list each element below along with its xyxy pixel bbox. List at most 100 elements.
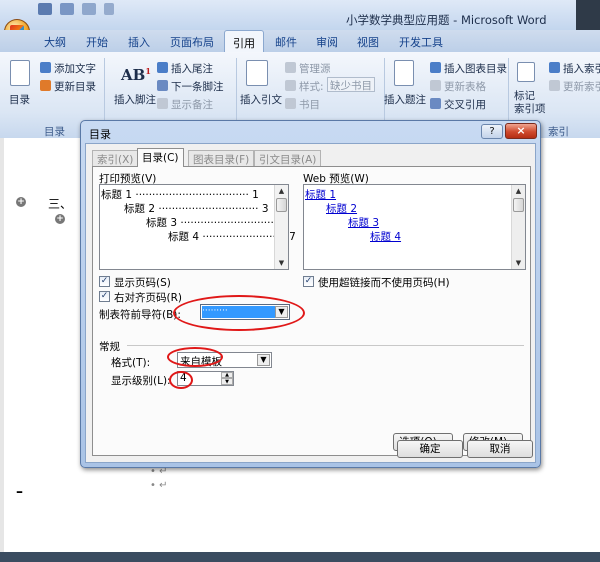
help-button[interactable]: ? xyxy=(481,124,503,139)
annotation-circle xyxy=(167,347,223,367)
add-text-icon xyxy=(40,62,51,73)
citation-icon xyxy=(246,60,268,86)
tab-view[interactable]: 视图 xyxy=(357,34,379,50)
show-page-numbers-checkbox[interactable]: ✓ xyxy=(99,276,110,287)
cancel-button[interactable]: 取消 xyxy=(467,440,533,458)
update-index-button[interactable]: 更新索引 xyxy=(563,79,600,94)
insert-endnote-button[interactable]: 插入尾注 xyxy=(171,61,213,76)
expand-icon[interactable]: + xyxy=(55,214,65,224)
annotation-circle xyxy=(173,295,305,331)
tab-mailings[interactable]: 邮件 xyxy=(275,34,297,50)
group-label-toc: 目录 xyxy=(44,126,65,138)
update-table-button[interactable]: 更新表格 xyxy=(444,79,486,94)
style-label: 样式: xyxy=(299,81,324,93)
toc-dialog: 目录 ? × 索引(X) 目录(C) 图表目录(F) 引文目录(A) 打印预览(… xyxy=(80,120,541,468)
web-preview-link[interactable]: 标题 4 xyxy=(370,229,401,244)
tab-insert[interactable]: 插入 xyxy=(128,34,150,50)
ribbon-separator xyxy=(236,58,237,128)
insert-caption-button[interactable]: 插入题注 xyxy=(384,92,426,107)
update-toc-icon xyxy=(40,80,51,91)
insert-table-of-figures-button[interactable]: 插入图表目录 xyxy=(444,61,507,76)
annotation-circle xyxy=(169,371,193,389)
document-margin xyxy=(0,138,4,552)
style-select[interactable]: 缺少书目 xyxy=(327,77,375,92)
window-title-bar: 小学数学典型应用题 - Microsoft Word xyxy=(0,0,600,30)
insert-index-icon xyxy=(549,62,560,73)
scroll-up-icon[interactable]: ▲ xyxy=(275,185,288,197)
right-align-checkbox[interactable]: ✓ xyxy=(99,291,110,302)
ok-button[interactable]: 确定 xyxy=(397,440,463,458)
redo-icon[interactable] xyxy=(82,3,96,15)
web-preview-link[interactable]: 标题 3 xyxy=(348,215,379,230)
scroll-up-icon[interactable]: ▲ xyxy=(512,185,525,197)
spin-down-icon[interactable]: ▼ xyxy=(221,378,233,385)
toc-tab-panel: 打印预览(V) 标题 1 ···························… xyxy=(92,166,531,456)
cross-reference-icon xyxy=(430,98,441,109)
show-page-numbers-label: 显示页码(S) xyxy=(114,277,171,289)
tab-references[interactable]: 引用 xyxy=(224,30,264,52)
toc-button[interactable]: 目录 xyxy=(9,92,30,107)
print-preview-line: 标题 2 ······························ 3 xyxy=(124,203,269,215)
next-footnote-button[interactable]: 下一条脚注 xyxy=(171,79,224,94)
print-preview-line: 标题 1 ·································· … xyxy=(101,189,259,201)
scroll-down-icon[interactable]: ▼ xyxy=(275,257,288,269)
ribbon-tabs: 大纲 开始 插入 页面布局 引用 邮件 审阅 视图 开发工具 xyxy=(0,30,600,52)
caption-icon xyxy=(394,60,414,86)
manage-sources-icon xyxy=(285,62,296,73)
scroll-thumb[interactable] xyxy=(513,198,524,212)
table-of-figures-icon xyxy=(430,62,441,73)
tab-developer[interactable]: 开发工具 xyxy=(399,34,443,50)
manage-sources-button[interactable]: 管理源 xyxy=(299,61,331,76)
tab-table-of-authorities[interactable]: 引文目录(A) xyxy=(254,150,322,166)
update-table-icon xyxy=(430,80,441,91)
window-edge xyxy=(576,0,600,30)
save-icon[interactable] xyxy=(38,3,52,15)
tab-leader-label: 制表符前导符(B): xyxy=(99,309,181,321)
tab-home[interactable]: 开始 xyxy=(86,34,108,50)
web-preview-box[interactable]: 标题 1 标题 2 标题 3 标题 4 ▲ ▼ xyxy=(303,184,526,270)
style-icon xyxy=(285,80,296,91)
use-hyperlinks-checkbox[interactable]: ✓ xyxy=(303,276,314,287)
dialog-body: 索引(X) 目录(C) 图表目录(F) 引文目录(A) 打印预览(V) 标题 1… xyxy=(85,143,536,463)
chevron-down-icon[interactable]: ▼ xyxy=(257,354,270,366)
bibliography-button[interactable]: 书目 xyxy=(299,97,320,112)
scroll-thumb[interactable] xyxy=(276,198,287,212)
mark-entry-button[interactable]: 标记 索引项 xyxy=(514,90,546,116)
dialog-title: 目录 xyxy=(89,128,111,141)
print-preview-box[interactable]: 标题 1 ·································· … xyxy=(99,184,296,270)
window-title: 小学数学典型应用题 - Microsoft Word xyxy=(346,13,547,27)
undo-icon[interactable] xyxy=(60,3,74,15)
bibliography-icon xyxy=(285,98,296,109)
tab-page-layout[interactable]: 页面布局 xyxy=(170,34,214,50)
next-footnote-icon xyxy=(157,80,168,91)
tab-table-of-figures[interactable]: 图表目录(F) xyxy=(188,150,255,166)
tab-outline[interactable]: 大纲 xyxy=(44,34,66,50)
group-label-index: 索引 xyxy=(548,126,569,138)
expand-icon[interactable]: + xyxy=(16,197,26,207)
tab-toc[interactable]: 目录(C) xyxy=(137,148,184,167)
add-text-button[interactable]: 添加文字 xyxy=(54,61,96,76)
ribbon-separator xyxy=(104,58,105,128)
right-align-label: 右对齐页码(R) xyxy=(114,292,182,304)
insert-index-button[interactable]: 插入索引 xyxy=(563,61,600,76)
general-section-label: 常规 xyxy=(99,341,120,353)
print-preview-scrollbar[interactable]: ▲ ▼ xyxy=(274,185,288,269)
web-preview-scrollbar[interactable]: ▲ ▼ xyxy=(511,185,525,269)
customize-qat-icon[interactable] xyxy=(104,3,114,15)
insert-citation-button[interactable]: 插入引文 xyxy=(240,92,282,107)
cross-reference-button[interactable]: 交叉引用 xyxy=(444,97,486,112)
web-preview-link[interactable]: 标题 1 xyxy=(305,187,336,202)
tab-index[interactable]: 索引(X) xyxy=(92,150,139,166)
insert-footnote-button[interactable]: 插入脚注 xyxy=(114,92,156,107)
close-button[interactable]: × xyxy=(505,123,537,139)
print-preview-line: 标题 3 ···························· 5 xyxy=(146,217,284,229)
tab-review[interactable]: 审阅 xyxy=(316,34,338,50)
update-toc-button[interactable]: 更新目录 xyxy=(54,79,96,94)
web-preview-link[interactable]: 标题 2 xyxy=(326,201,357,216)
endnote-icon xyxy=(157,62,168,73)
scroll-down-icon[interactable]: ▼ xyxy=(512,257,525,269)
document-dash: – xyxy=(16,484,23,500)
ribbon-separator xyxy=(508,58,509,128)
show-notes-button[interactable]: 显示备注 xyxy=(171,97,213,112)
use-hyperlinks-label: 使用超链接而不使用页码(H) xyxy=(318,277,450,289)
